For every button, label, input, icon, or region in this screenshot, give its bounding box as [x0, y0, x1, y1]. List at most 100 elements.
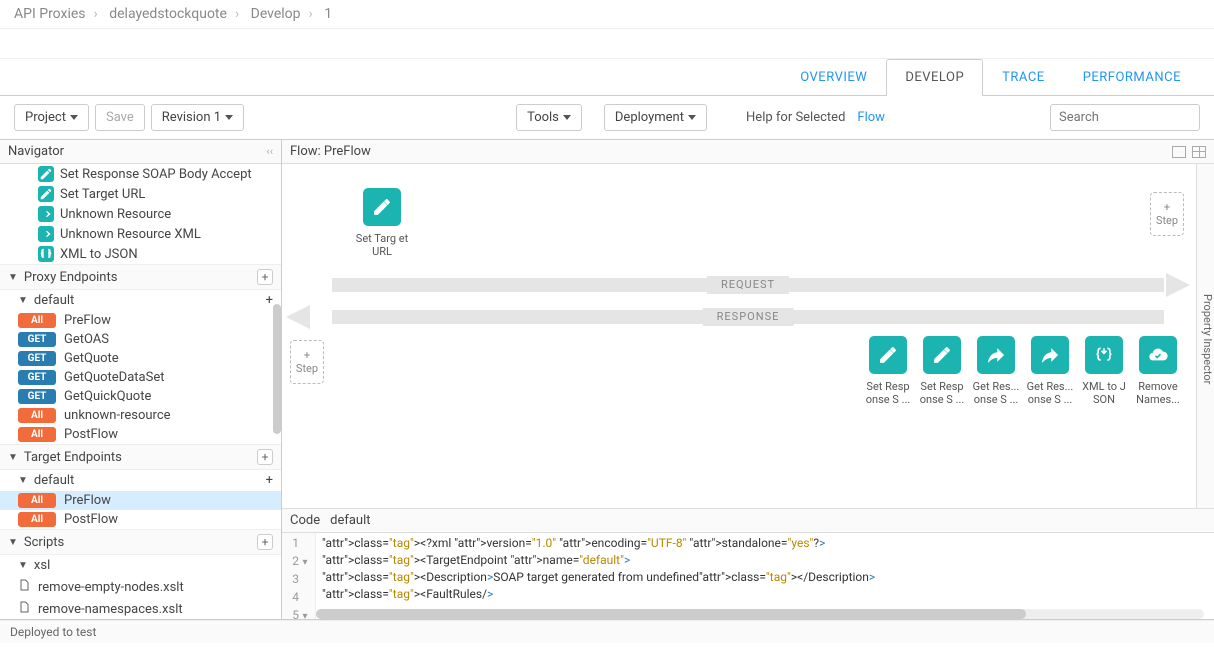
code-lines[interactable]: "attr">class="tag"><?xml "attr">version=… [316, 533, 1214, 619]
navigator: Navigator ‹‹ Set Response SOAP Body Acce… [0, 140, 282, 619]
scripts-xsl[interactable]: ▼ xsl [0, 555, 281, 576]
add-icon[interactable]: + [257, 449, 273, 465]
flow-step[interactable]: Set Resp onse S ... [858, 336, 918, 406]
method-badge: All [18, 512, 56, 527]
breadcrumb-item[interactable]: Develop [251, 6, 301, 22]
policy-item[interactable]: Unknown Resource XML [0, 224, 281, 244]
add-icon[interactable]: + [257, 534, 273, 550]
status-bar: Deployed to test [0, 620, 1214, 643]
endpoint-name: default [34, 293, 74, 308]
breadcrumb-item[interactable]: API Proxies [14, 6, 86, 22]
pencil-icon [923, 336, 961, 374]
flow-step[interactable]: Get Res... onse S ... [966, 336, 1026, 406]
method-badge: GET [18, 389, 56, 404]
endpoint-item[interactable]: AllPostFlow [0, 510, 281, 529]
file-icon [18, 578, 30, 596]
endpoint-label: PostFlow [64, 427, 118, 442]
breadcrumb-item: 1 [324, 6, 332, 22]
script-item[interactable]: remove-namespaces.xslt [0, 598, 281, 619]
script-item[interactable]: remove-empty-nodes.xslt [0, 576, 281, 598]
flow-step[interactable]: Remove Names... [1128, 336, 1188, 406]
endpoint-item[interactable]: AllPreFlow [0, 491, 281, 510]
triangle-down-icon: ▼ [8, 452, 18, 463]
tab-overview[interactable]: OVERVIEW [781, 59, 886, 95]
endpoint-item[interactable]: AllPostFlow [0, 425, 281, 444]
tab-trace[interactable]: TRACE [983, 59, 1064, 95]
project-button[interactable]: Project [14, 104, 89, 131]
add-step-button[interactable]: +Step [1150, 192, 1184, 236]
flow-step[interactable]: Set Resp onse S ... [912, 336, 972, 406]
endpoint-item[interactable]: Allunknown-resource [0, 406, 281, 425]
endpoint-item[interactable]: AllPreFlow [0, 311, 281, 330]
share-icon [1031, 336, 1069, 374]
horizontal-scrollbar[interactable] [316, 609, 1204, 619]
triangle-down-icon: ▼ [18, 560, 28, 571]
content: Flow: PreFlow Set Targ et URL +Step REQU… [282, 140, 1214, 619]
policy-label: Unknown Resource XML [60, 227, 201, 242]
caret-down-icon [688, 115, 696, 120]
scrollbar[interactable] [273, 304, 281, 434]
triangle-down-icon: ▼ [18, 475, 28, 486]
revision-button[interactable]: Revision 1 [151, 104, 244, 131]
search-input[interactable] [1050, 104, 1200, 131]
section-title: Scripts [24, 535, 64, 550]
spacer [0, 29, 1214, 59]
flow-step[interactable]: XML to J SON [1074, 336, 1134, 406]
main: Navigator ‹‹ Set Response SOAP Body Acce… [0, 140, 1214, 620]
proxy-endpoints-header[interactable]: ▼Proxy Endpoints+ [0, 264, 281, 290]
policy-item[interactable]: XML to JSON [0, 244, 281, 264]
breadcrumb-item[interactable]: delayedstockquote [109, 6, 227, 22]
endpoint-item[interactable]: GETGetQuickQuote [0, 387, 281, 406]
scripts-header[interactable]: ▼Scripts+ [0, 529, 281, 555]
pencil-icon [38, 166, 54, 182]
deployment-button[interactable]: Deployment [604, 104, 707, 131]
endpoint-item[interactable]: GETGetQuoteDataSet [0, 368, 281, 387]
method-badge: All [18, 408, 56, 423]
add-step-button[interactable]: +Step [290, 340, 324, 384]
policy-item[interactable]: Set Response SOAP Body Accept [0, 164, 281, 184]
response-bar: RESPONSE [332, 310, 1164, 324]
step-label: Set Resp onse S ... [858, 380, 918, 406]
property-inspector[interactable]: Property Inspector [1196, 164, 1214, 508]
layout-icon[interactable] [1172, 146, 1186, 158]
endpoint-item[interactable]: GETGetOAS [0, 330, 281, 349]
method-badge: All [18, 493, 56, 508]
expand-icon[interactable] [1192, 146, 1206, 158]
endpoint-item[interactable]: GETGetQuote [0, 349, 281, 368]
request-label: REQUEST [707, 276, 789, 294]
tools-button[interactable]: Tools [516, 104, 582, 131]
target-endpoints-header[interactable]: ▼Target Endpoints+ [0, 444, 281, 470]
method-badge: All [18, 313, 56, 328]
endpoint-label: GetQuote [64, 351, 119, 366]
tab-develop[interactable]: DEVELOP [886, 59, 983, 96]
breadcrumb: API Proxies› delayedstockquote› Develop›… [0, 0, 1214, 29]
collapse-icon[interactable]: ‹‹ [266, 145, 273, 158]
scrollbar-thumb[interactable] [316, 609, 1026, 619]
navigator-body[interactable]: Set Response SOAP Body Accept Set Target… [0, 164, 281, 619]
flow-title: Flow: PreFlow [290, 144, 371, 159]
save-button[interactable]: Save [95, 104, 145, 131]
add-icon[interactable]: + [257, 269, 273, 285]
flow-canvas[interactable]: Set Targ et URL +Step REQUEST RESPONSE +… [282, 164, 1214, 508]
policy-item[interactable]: Set Target URL [0, 184, 281, 204]
help-link[interactable]: Flow [857, 110, 885, 125]
add-icon[interactable]: + [266, 473, 273, 488]
file-icon [18, 600, 30, 618]
policy-label: Set Response SOAP Body Accept [60, 167, 252, 182]
step-label: Get Res... onse S ... [966, 380, 1026, 406]
proxy-default[interactable]: ▼default+ [0, 290, 281, 311]
code-editor[interactable]: 1 2▾3 4 5▾ "attr">class="tag"><?xml "att… [282, 533, 1214, 619]
script-label: remove-empty-nodes.xslt [38, 580, 184, 595]
tab-performance[interactable]: PERFORMANCE [1064, 59, 1200, 95]
flow-step[interactable]: Get Res... onse S ... [1020, 336, 1080, 406]
arrow-icon [38, 206, 54, 222]
braces-icon [38, 246, 54, 262]
caret-down-icon [225, 115, 233, 120]
policy-item[interactable]: Unknown Resource [0, 204, 281, 224]
endpoint-name: default [34, 473, 74, 488]
navigator-header: Navigator ‹‹ [0, 140, 281, 164]
flow-step[interactable]: Set Targ et URL [352, 188, 412, 258]
add-icon[interactable]: + [266, 293, 273, 308]
folder-name: xsl [34, 558, 50, 573]
target-default[interactable]: ▼ default + [0, 470, 281, 491]
